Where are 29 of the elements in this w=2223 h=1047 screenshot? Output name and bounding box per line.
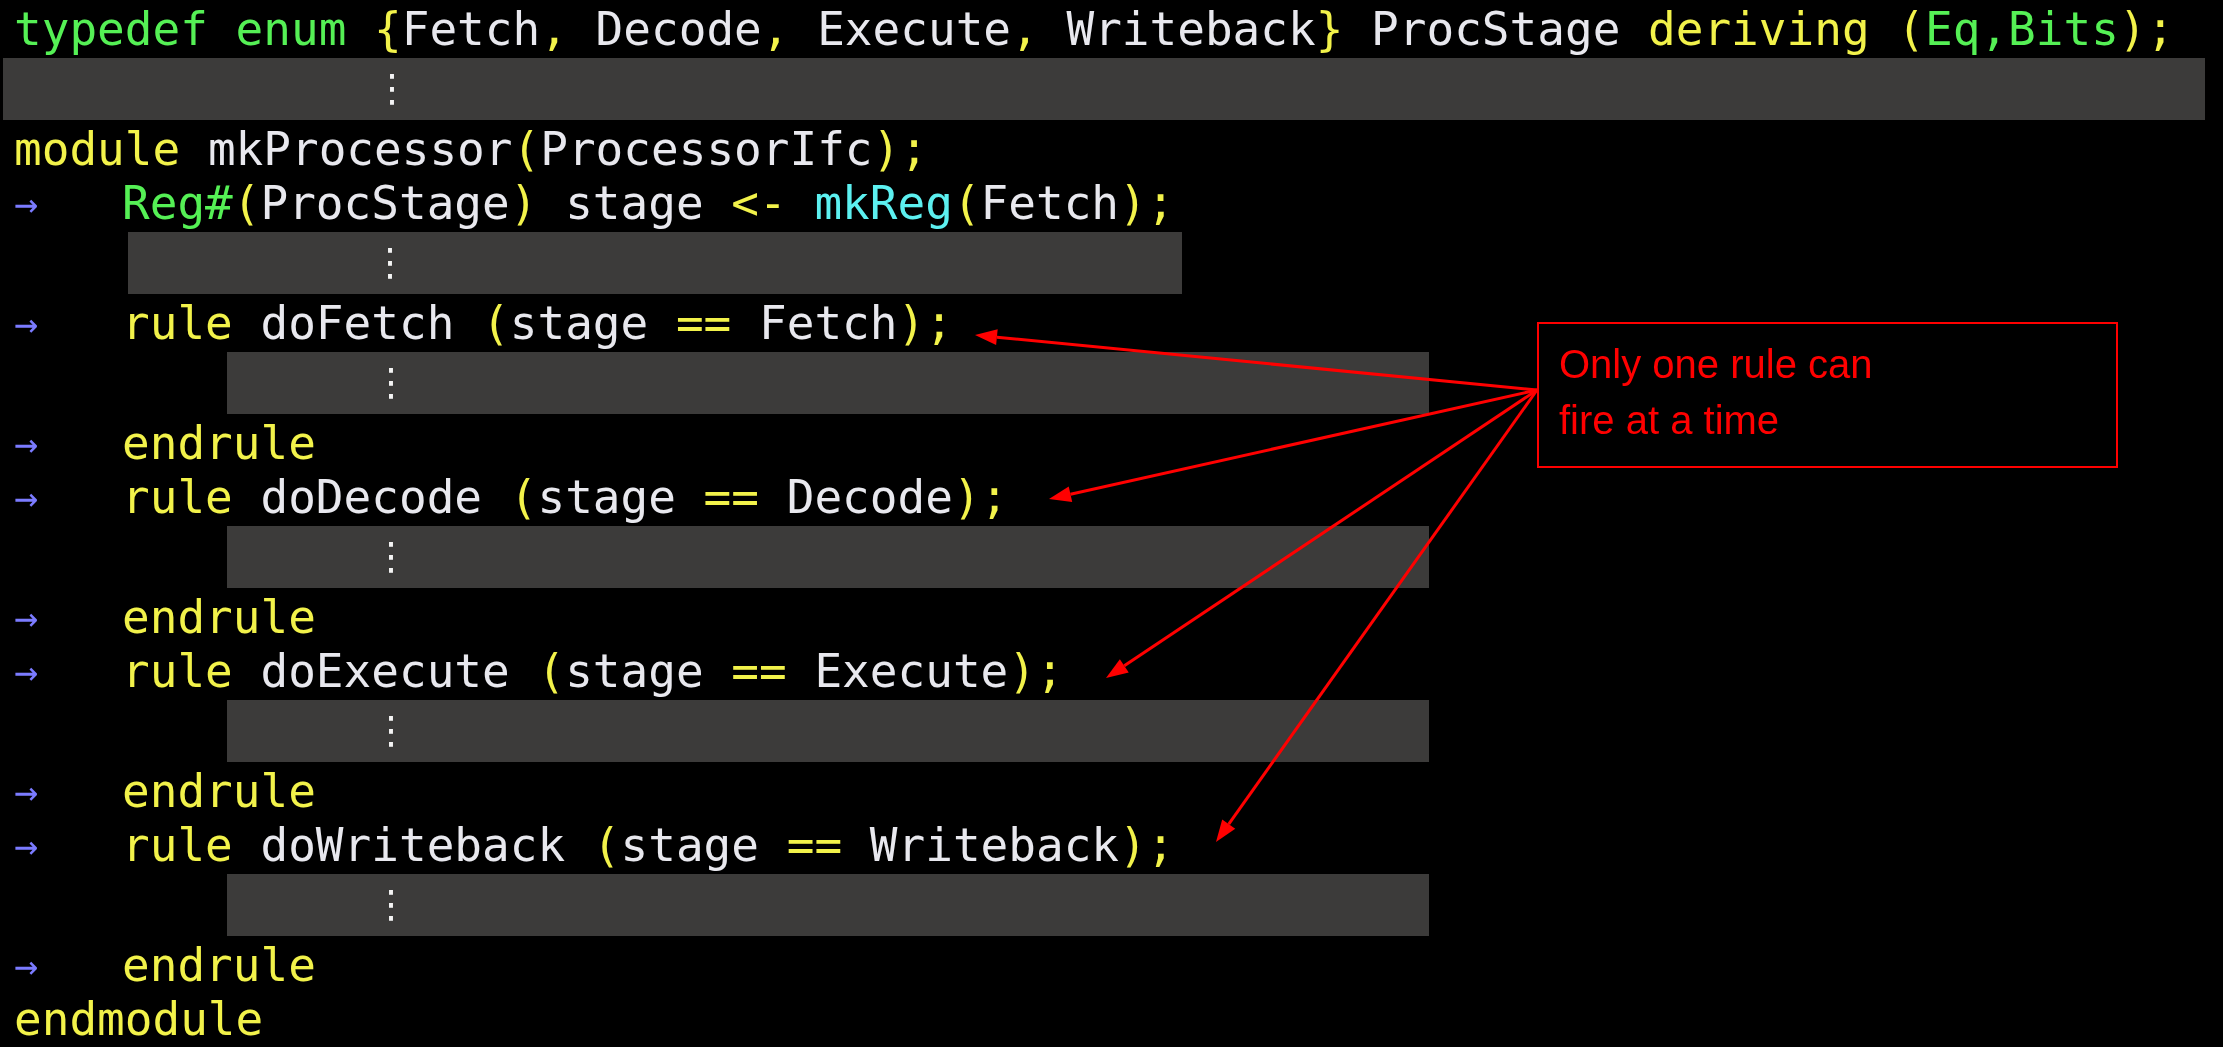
tab-marker: → [14,420,40,466]
vertical-ellipsis: ⋮ [371,239,409,286]
code-line: module mkProcessor(ProcessorIfc); [14,122,928,176]
callout-text: fire at a time [1559,397,1781,444]
code-line: endrule [122,764,316,818]
vertical-ellipsis: ⋮ [372,359,410,406]
code-line: endrule [122,416,316,470]
code-line: endrule [122,938,316,992]
code-line: endmodule [14,992,264,1046]
vertical-ellipsis: ⋮ [372,533,410,580]
code-line: Reg#(ProcStage) stage <- mkReg(Fetch); [122,176,1175,230]
tab-marker: → [14,648,40,694]
tab-marker: → [14,768,40,814]
tab-marker: → [14,594,40,640]
code-line: rule doDecode (stage == Decode); [122,470,1009,524]
tab-marker: → [14,822,40,868]
tab-marker: → [14,942,40,988]
tab-marker: → [14,474,40,520]
tab-marker: → [14,300,40,346]
vertical-ellipsis: ⋮ [372,707,410,754]
code-line: rule doFetch (stage == Fetch); [122,296,953,350]
vertical-ellipsis: ⋮ [372,881,410,928]
tab-marker: → [14,180,40,226]
vertical-ellipsis: ⋮ [373,65,411,112]
callout-text: Only one rule can [1559,341,1874,388]
code-line: endrule [122,590,316,644]
code-line: rule doWriteback (stage == Writeback); [122,818,1175,872]
code-line: rule doExecute (stage == Execute); [122,644,1064,698]
code-line: typedef enum {Fetch, Decode, Execute, Writeback} ProcStage deriving (Eq,Bits); [14,2,2175,56]
